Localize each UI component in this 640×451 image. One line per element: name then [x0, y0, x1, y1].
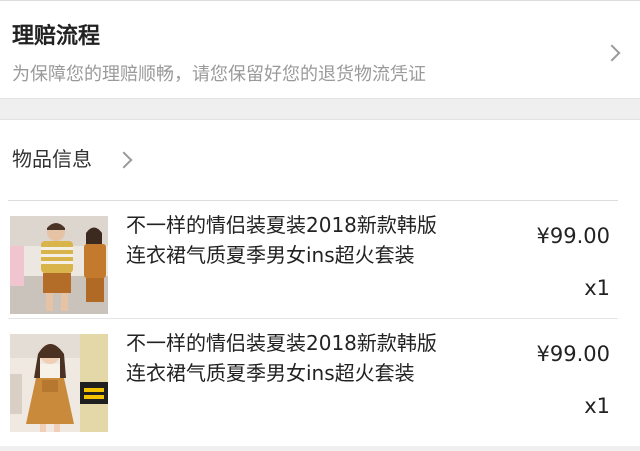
- item-price: ¥99.00: [536, 342, 610, 366]
- goods-info-header[interactable]: 物品信息: [0, 120, 640, 200]
- section-divider: [0, 98, 640, 120]
- claim-process-row[interactable]: 理赔流程 为保障您的理赔顺畅，请您保留好您的退货物流凭证: [0, 0, 640, 98]
- goods-info-label: 物品信息: [12, 147, 92, 171]
- chevron-right-icon: [603, 44, 621, 62]
- page: 理赔流程 为保障您的理赔顺畅，请您保留好您的退货物流凭证 物品信息 不一样的情侣…: [0, 0, 640, 451]
- goods-item[interactable]: 不一样的情侣装夏装2018新款韩版连衣裙气质夏季男女ins超火套装 ¥99.00…: [0, 210, 640, 320]
- item-quantity: x1: [584, 394, 610, 418]
- claim-process-subtitle: 为保障您的理赔顺畅，请您保留好您的退货物流凭证: [12, 64, 426, 85]
- claim-process-title: 理赔流程: [12, 24, 101, 49]
- product-thumbnail: [10, 334, 108, 432]
- chevron-right-icon: [115, 151, 133, 169]
- goods-info-section: 物品信息 不一样的情侣装夏装2018新款韩版连衣裙气质夏季男女ins超火套装 ¥…: [0, 120, 640, 451]
- item-title: 不一样的情侣装夏装2018新款韩版连衣裙气质夏季男女ins超火套装: [126, 331, 437, 385]
- item-quantity: x1: [584, 276, 610, 300]
- goods-item[interactable]: 不一样的情侣装夏装2018新款韩版连衣裙气质夏季男女ins超火套装 ¥99.00…: [0, 328, 640, 438]
- item-price: ¥99.00: [536, 224, 610, 248]
- item-title: 不一样的情侣装夏装2018新款韩版连衣裙气质夏季男女ins超火套装: [126, 213, 437, 267]
- divider: [8, 318, 618, 319]
- divider: [8, 200, 618, 201]
- product-thumbnail: [10, 216, 108, 314]
- bottom-divider: [0, 446, 640, 451]
